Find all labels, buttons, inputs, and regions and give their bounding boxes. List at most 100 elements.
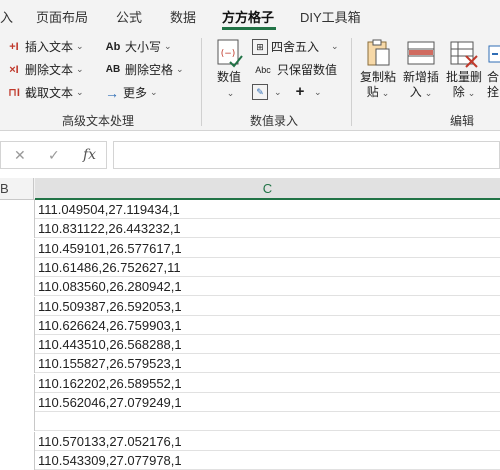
cell-b[interactable] [0,315,35,335]
batch-delete-button[interactable]: 批量删 除 ⌄ [444,38,484,101]
chevron-down-icon: ⌄ [424,88,433,98]
fill-button[interactable]: ✎ ⌄ [252,84,282,100]
cell-b[interactable] [0,393,35,412]
keep-value-icon: Abc [255,64,271,75]
cell-c[interactable]: 111.049504,27.119434,1 [36,200,500,219]
cell-b[interactable] [0,238,35,258]
chevron-down-icon: ⌄ [467,88,476,98]
cell-c[interactable]: 110.626624,26.759903,1 [36,316,500,335]
chevron-down-icon: ⌄ [164,41,172,51]
copy-paste-label-line1: 复制粘 [359,70,396,84]
cell-c[interactable]: 110.570133,27.052176,1 [36,432,500,451]
cell-b[interactable] [0,431,35,451]
cell-c[interactable]: 110.162202,26.589552,1 [36,374,500,393]
column-header-b[interactable]: B [0,178,34,200]
cell-c[interactable]: 110.831122,26.443232,1 [36,219,500,238]
keep-value-label: 只保留数值 [277,63,338,77]
new-insert-button[interactable]: 新增插 入 ⌄ [400,38,442,101]
clipboard-icon [367,39,390,66]
cell-c[interactable]: 110.509387,26.592053,1 [36,297,500,316]
column-header-c[interactable]: C [35,178,500,200]
confirm-icon[interactable]: ✓ [48,147,60,164]
chevron-down-icon: ⌄ [226,88,235,98]
formula-bar: ✕ ✓ fx [0,131,500,177]
cell-c[interactable]: 110.562046,27.079249,1 [36,393,500,412]
table-row: 110.083560,26.280942,1 [0,277,500,297]
group-divider [201,38,202,126]
insert-text-button[interactable]: +I 插入文本 ⌄ [6,38,84,55]
merge-label-line2: 拴 [486,85,499,99]
new-insert-label-line2: 入 [409,85,422,99]
table-row: 110.543309,27.077978,1 [0,450,500,470]
new-insert-label-line1: 新增插 [402,70,439,84]
cell-b[interactable] [0,296,35,316]
extract-text-icon: ⊓I [8,86,20,99]
more-label: 更多 [123,86,148,100]
chevron-down-icon: ⌄ [150,87,158,97]
delete-space-button[interactable]: AB 删除空格 ⌄ [104,61,184,78]
keep-value-button[interactable]: Abc 只保留数值 [252,61,337,78]
copy-paste-button[interactable]: 复制粘 贴 ⌄ [358,38,398,101]
cell-b[interactable] [0,257,35,277]
chevron-down-icon: ⌄ [381,88,390,98]
table-row: 110.626624,26.759903,1 [0,315,500,335]
value-button[interactable]: (−) 数值 ⌄ [210,38,248,101]
delete-text-icon: ×I [9,63,19,76]
cell-c[interactable]: 110.459101,26.577617,1 [36,239,500,258]
ribbon-tab-bar: 入 页面布局 公式 数据 方方格子 DIY工具箱 [0,0,500,30]
value-icon: (−) [217,39,243,68]
tab-data[interactable]: 数据 [170,7,196,26]
cancel-icon[interactable]: ✕ [14,147,26,164]
cell-b[interactable] [0,200,35,219]
delete-text-button[interactable]: ×I 删除文本 ⌄ [6,61,84,78]
batch-delete-label-line1: 批量删 [445,70,482,84]
sheet-grid: 111.049504,27.119434,1 110.831122,26.4432… [0,200,500,470]
chevron-down-icon: ⌄ [76,64,84,74]
svg-text:(−): (−) [221,49,236,59]
cell-b[interactable] [0,412,35,432]
chevron-down-icon: ⌄ [76,41,84,51]
group-label-edit: 编辑 [450,114,475,128]
cell-b[interactable] [0,277,35,297]
extract-text-button[interactable]: ⊓I 截取文本 ⌄ [6,84,83,101]
chevron-down-icon: ⌄ [331,41,339,51]
cell-c[interactable]: 110.083560,26.280942,1 [36,277,500,296]
delete-text-label: 删除文本 [25,63,74,77]
tab-page-layout[interactable]: 页面布局 [36,7,88,26]
cell-c[interactable]: 110.543309,27.077978,1 [36,451,500,470]
cell-b[interactable] [0,219,35,239]
cell-b[interactable] [0,354,35,374]
ribbon: +I 插入文本 ⌄ ×I 删除文本 ⌄ ⊓I 截取文本 ⌄ Ab 大小写 ⌄ A… [0,30,500,131]
round-label: 四舍五入 [271,40,320,54]
formula-input[interactable] [113,141,500,169]
more-button[interactable]: → 更多 ⌄ [104,84,158,101]
cell-c[interactable] [36,412,500,431]
cell-c[interactable]: 110.443510,26.568288,1 [36,335,500,354]
add-button[interactable]: + ⌄ [292,84,322,100]
group-label-text: 高级文本处理 [62,114,135,128]
merge-button[interactable]: 合 拴 [486,38,500,100]
table-row: 110.162202,26.589552,1 [0,373,500,393]
tab-diy-toolbox[interactable]: DIY工具箱 [300,7,361,26]
insert-function-icon[interactable]: fx [83,147,96,163]
cell-c[interactable]: 110.61486,26.752627,11 [36,258,500,277]
case-icon: Ab [105,40,121,53]
tab-formulas[interactable]: 公式 [116,7,142,26]
chevron-down-icon: ⌄ [176,64,184,74]
delete-space-label: 删除空格 [125,63,174,77]
tab-fangfang-gezi[interactable]: 方方格子 [222,7,274,26]
insert-text-label: 插入文本 [25,40,74,54]
cell-b[interactable] [0,335,35,355]
tab-insert[interactable]: 入 [0,7,13,26]
cell-c[interactable]: 110.155827,26.579523,1 [36,354,500,373]
table-row: 110.155827,26.579523,1 [0,354,500,374]
cell-b[interactable] [0,373,35,393]
round-button[interactable]: ⊞ 四舍五入 ⌄ [252,38,339,55]
insert-text-icon: +I [9,40,19,53]
group-divider [351,38,352,126]
arrow-right-icon: → [105,84,119,101]
extract-text-label: 截取文本 [25,86,74,100]
table-row: 110.562046,27.079249,1 [0,393,500,412]
case-button[interactable]: Ab 大小写 ⌄ [104,38,172,55]
cell-b[interactable] [0,450,35,470]
